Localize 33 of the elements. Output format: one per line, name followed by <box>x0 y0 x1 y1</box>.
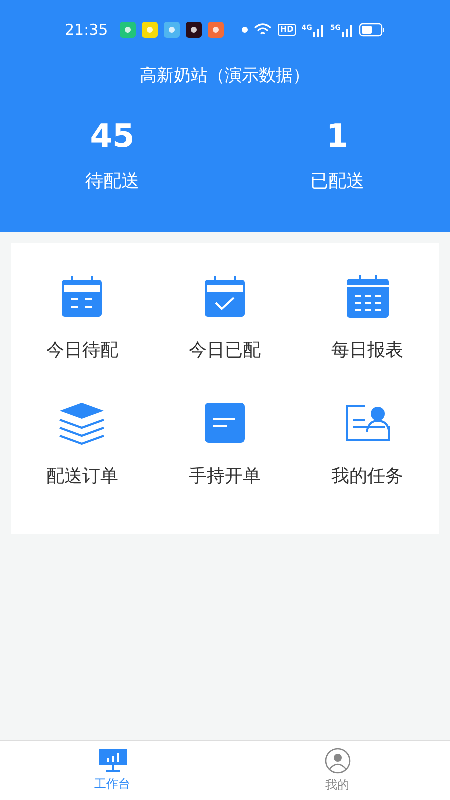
signal-icon <box>313 24 324 36</box>
status-time: 21:35 <box>65 20 108 41</box>
app-notification-icon <box>120 22 136 38</box>
nav-tab[interactable]: 我的 <box>225 741 450 800</box>
dot-icon <box>242 27 248 33</box>
battery-icon <box>359 23 385 37</box>
menu-item[interactable]: 今日已配 <box>154 273 296 398</box>
stat-label: 已配送 <box>310 170 364 194</box>
stat-label: 待配送 <box>86 170 140 194</box>
user-icon <box>324 748 350 774</box>
signal-icon <box>342 24 353 36</box>
monitor-chart-icon <box>98 748 126 772</box>
app-notification-icon <box>186 22 202 38</box>
app-notification-icon <box>208 22 224 38</box>
calendar-icon <box>346 275 390 319</box>
network-label: HD <box>278 24 296 36</box>
app-notification-icon <box>164 22 180 38</box>
stat-value: 45 <box>90 118 135 154</box>
wifi-icon <box>254 23 272 37</box>
app-notification-icon <box>142 22 158 38</box>
document-icon <box>204 402 245 442</box>
page-title: 高新奶站（演示数据） <box>139 65 311 88</box>
calendar-check-icon <box>202 275 247 319</box>
calendar-icon <box>60 275 104 319</box>
stat-value: 1 <box>326 118 349 154</box>
layers-icon <box>59 400 106 444</box>
menu-item[interactable]: 每日报表 <box>296 273 439 398</box>
menu-item[interactable]: 手持开单 <box>154 398 296 524</box>
menu-item[interactable]: 今日待配 <box>11 273 154 398</box>
id-card-icon <box>344 404 391 442</box>
menu-item[interactable]: 我的任务 <box>296 398 439 524</box>
nav-tab[interactable]: 工作台 <box>0 741 225 800</box>
menu-item[interactable]: 配送订单 <box>11 398 154 524</box>
